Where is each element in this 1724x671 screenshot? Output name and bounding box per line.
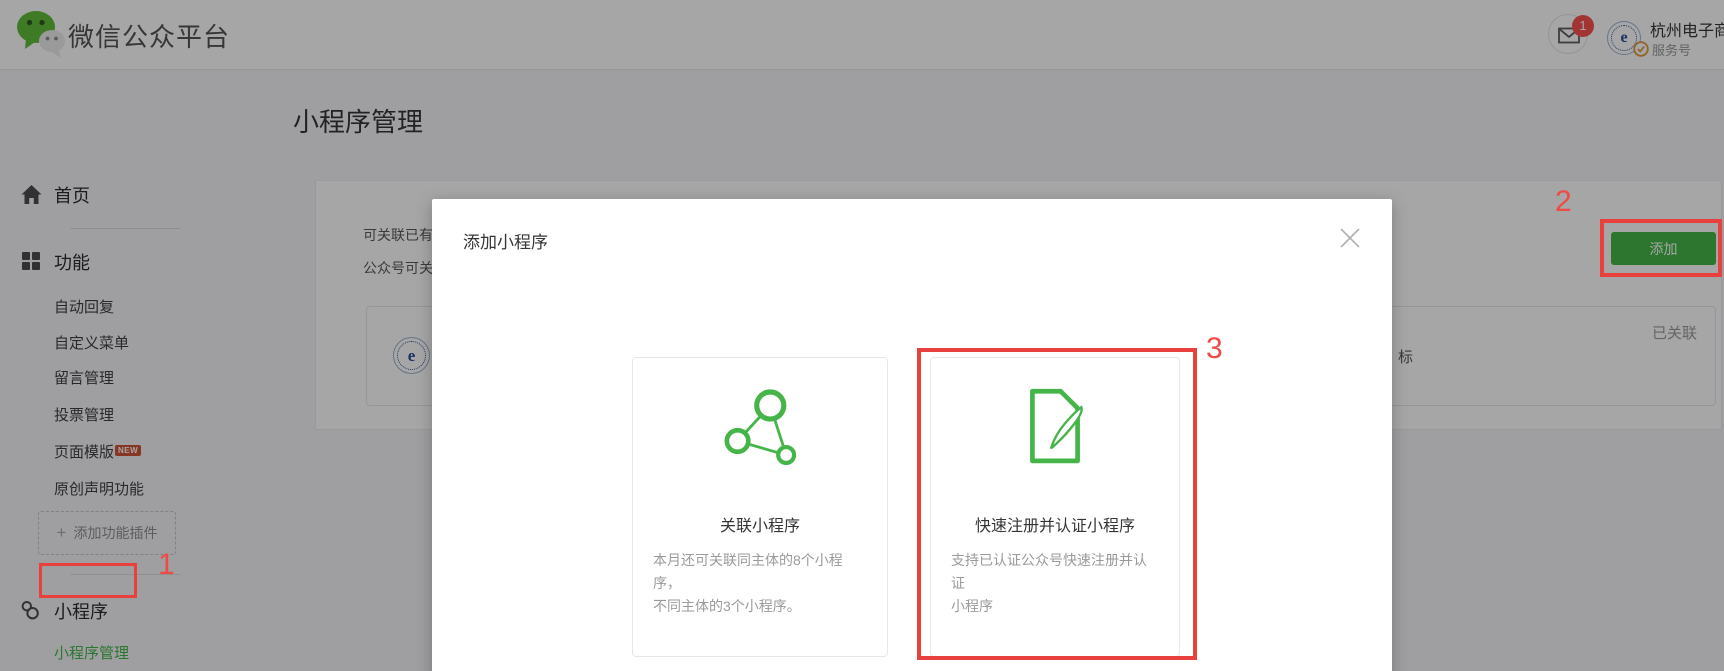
annotation-box-step1 (39, 563, 137, 598)
annotation-box-step3 (917, 348, 1197, 660)
wechat-mp-admin-page: 微信公众平台 1 e 杭州电子商 服务号 首页 (0, 0, 1724, 671)
annotation-box-step2 (1600, 219, 1722, 277)
annotation-number-1: 1 (158, 548, 175, 582)
network-icon (633, 386, 887, 468)
annotation-number-3: 3 (1206, 332, 1223, 366)
card-description: 本月还可关联同主体的8个小程序， 不同主体的3个小程序。 (633, 549, 887, 618)
add-miniprogram-modal: 添加小程序 关联小程序 本月还可关联同主体的8个小程序， 不同主体的3个小程序。 (432, 199, 1392, 671)
annotation-number-2: 2 (1555, 185, 1572, 219)
card-link-miniprogram[interactable]: 关联小程序 本月还可关联同主体的8个小程序， 不同主体的3个小程序。 (632, 357, 888, 657)
card-title: 关联小程序 (633, 512, 887, 536)
modal-title: 添加小程序 (463, 228, 548, 253)
close-icon[interactable] (1338, 226, 1362, 250)
